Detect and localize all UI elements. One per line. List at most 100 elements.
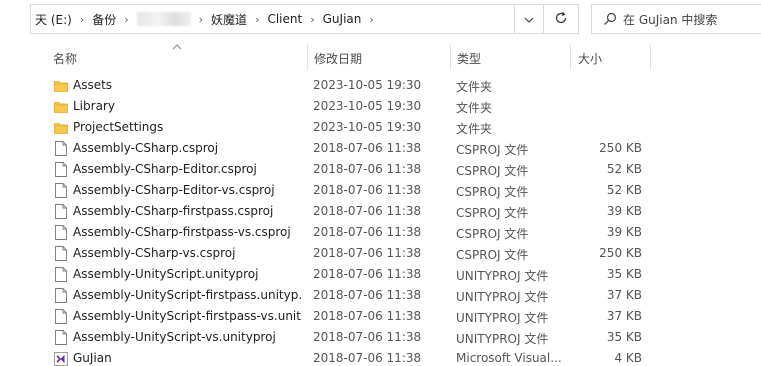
file-name: Library <box>73 99 115 113</box>
file-icon <box>54 141 68 156</box>
file-size: 39 KB <box>606 225 642 239</box>
file-modified-date: 2018-07-06 11:38 <box>313 288 422 302</box>
file-row[interactable]: ProjectSettings 2023-10-05 19:30 文件夹 <box>0 117 761 138</box>
file-modified-date: 2018-07-06 11:38 <box>313 246 422 260</box>
folder-icon <box>54 120 68 135</box>
file-name: Assembly-CSharp.csproj <box>73 141 219 155</box>
file-type: CSPROJ 文件 <box>456 248 529 262</box>
file-name: Assembly-CSharp-firstpass-vs.csproj <box>73 225 291 239</box>
column-header-bar: 名称 修改日期 类型 大小 <box>0 40 761 72</box>
file-modified-date: 2018-07-06 11:38 <box>313 330 422 344</box>
file-modified-date: 2018-07-06 11:38 <box>313 351 422 365</box>
file-type: UNITYPROJ 文件 <box>456 311 549 325</box>
folder-icon <box>54 78 68 93</box>
file-row[interactable]: Assembly-UnityScript-firstpass.unityp...… <box>0 285 761 306</box>
search-box[interactable]: 在 GuJian 中搜索 <box>591 4 761 34</box>
file-size: 4 KB <box>614 351 642 365</box>
file-row[interactable]: Assembly-CSharp.csproj 2018-07-06 11:38 CS… <box>0 138 761 159</box>
file-type: UNITYPROJ 文件 <box>456 269 549 283</box>
address-dropdown-button[interactable] <box>514 4 544 34</box>
file-row[interactable]: Assembly-UnityScript-vs.unityproj 2018-07… <box>0 327 761 348</box>
file-row[interactable]: GuJian 2018-07-06 11:38 Microsoft Visual..… <box>0 348 761 366</box>
column-divider[interactable] <box>650 44 651 70</box>
file-row[interactable]: Assembly-CSharp-firstpass-vs.csproj 2018-… <box>0 222 761 243</box>
file-type: UNITYPROJ 文件 <box>456 332 549 346</box>
breadcrumb-item[interactable]: Client <box>263 12 306 26</box>
file-size: 52 KB <box>606 162 642 176</box>
search-icon <box>603 12 617 26</box>
column-header-type[interactable]: 类型 <box>457 50 481 66</box>
file-type: CSPROJ 文件 <box>456 185 529 199</box>
file-size: 52 KB <box>606 183 642 197</box>
search-input[interactable]: 在 GuJian 中搜索 <box>623 11 717 28</box>
file-name: Assembly-CSharp-firstpass.csproj <box>73 204 274 218</box>
file-icon <box>54 183 68 198</box>
file-modified-date: 2018-07-06 11:38 <box>313 204 422 218</box>
file-name: Assembly-UnityScript.unityproj <box>73 267 259 281</box>
file-icon <box>54 288 68 303</box>
file-list: Assets 2023-10-05 19:30 文件夹 Library 2023-10-… <box>0 75 761 366</box>
column-divider[interactable] <box>450 44 451 70</box>
address-bar[interactable]: 天 (E:) › 备份 › › 妖魔道 › Client › GuJian › <box>30 4 543 34</box>
file-size: 37 KB <box>606 309 642 323</box>
breadcrumb-separator-icon[interactable]: › <box>306 13 318 26</box>
breadcrumb-separator-icon[interactable]: › <box>120 13 132 26</box>
file-row[interactable]: Assembly-UnityScript-firstpass-vs.unit..… <box>0 306 761 327</box>
breadcrumb-separator-icon[interactable]: › <box>251 13 263 26</box>
file-icon <box>54 162 68 177</box>
breadcrumb-separator-icon[interactable]: › <box>365 13 377 26</box>
folder-icon <box>54 99 68 114</box>
breadcrumb-item[interactable]: 妖魔道 <box>207 11 251 28</box>
file-name: ProjectSettings <box>73 120 164 134</box>
file-icon <box>54 267 68 282</box>
file-row[interactable]: Library 2023-10-05 19:30 文件夹 <box>0 96 761 117</box>
breadcrumb-item[interactable]: GuJian <box>319 12 366 26</box>
file-modified-date: 2023-10-05 19:30 <box>313 120 422 134</box>
file-type: 文件夹 <box>456 101 493 115</box>
column-header-size[interactable]: 大小 <box>578 50 602 66</box>
file-modified-date: 2018-07-06 11:38 <box>313 267 422 281</box>
file-modified-date: 2018-07-06 11:38 <box>313 183 422 197</box>
file-row[interactable]: Assembly-CSharp-firstpass.csproj 2018-07-… <box>0 201 761 222</box>
file-size: 35 KB <box>606 330 642 344</box>
breadcrumb-item[interactable]: 备份 <box>88 11 120 28</box>
file-size: 37 KB <box>606 288 642 302</box>
file-size: 250 KB <box>599 141 642 155</box>
file-modified-date: 2018-07-06 11:38 <box>313 309 422 323</box>
file-type: UNITYPROJ 文件 <box>456 290 549 304</box>
file-modified-date: 2018-07-06 11:38 <box>313 141 422 155</box>
file-row[interactable]: Assembly-CSharp-Editor-vs.csproj 2018-07-… <box>0 180 761 201</box>
file-type: Microsoft Visual... <box>456 351 562 365</box>
file-name: GuJian <box>73 351 112 365</box>
breadcrumb-separator-icon[interactable]: › <box>195 13 207 26</box>
file-size: 39 KB <box>606 204 642 218</box>
file-icon <box>54 204 68 219</box>
file-icon <box>54 225 68 240</box>
refresh-button[interactable] <box>543 4 579 34</box>
column-header-name[interactable]: 名称 <box>53 50 77 66</box>
breadcrumb-separator-icon[interactable]: › <box>76 13 88 26</box>
visual-studio-solution-icon <box>54 351 68 366</box>
file-row[interactable]: Assembly-UnityScript.unityproj 2018-07-06… <box>0 264 761 285</box>
file-explorer-window: 天 (E:) › 备份 › › 妖魔道 › Client › GuJian › 在 GuJian <box>0 0 761 366</box>
file-name: Assembly-UnityScript-vs.unityproj <box>73 330 276 344</box>
breadcrumb-item[interactable]: 天 (E:) <box>31 11 76 28</box>
file-type: 文件夹 <box>456 122 493 136</box>
breadcrumb-item[interactable] <box>136 12 191 26</box>
file-icon <box>54 246 68 261</box>
file-name: Assets <box>73 78 113 92</box>
column-divider[interactable] <box>307 44 308 70</box>
file-icon <box>54 309 68 324</box>
file-modified-date: 2018-07-06 11:38 <box>313 225 422 239</box>
file-type: CSPROJ 文件 <box>456 206 529 220</box>
file-modified-date: 2023-10-05 19:30 <box>313 78 422 92</box>
file-size: 250 KB <box>599 246 642 260</box>
file-modified-date: 2023-10-05 19:30 <box>313 99 422 113</box>
file-modified-date: 2018-07-06 11:38 <box>313 162 422 176</box>
file-row[interactable]: Assets 2023-10-05 19:30 文件夹 <box>0 75 761 96</box>
file-icon <box>54 330 68 345</box>
file-row[interactable]: Assembly-CSharp-Editor.csproj 2018-07-06 … <box>0 159 761 180</box>
file-row[interactable]: Assembly-CSharp-vs.csproj 2018-07-06 11:3… <box>0 243 761 264</box>
column-divider[interactable] <box>570 44 571 70</box>
column-header-date[interactable]: 修改日期 <box>314 50 362 66</box>
